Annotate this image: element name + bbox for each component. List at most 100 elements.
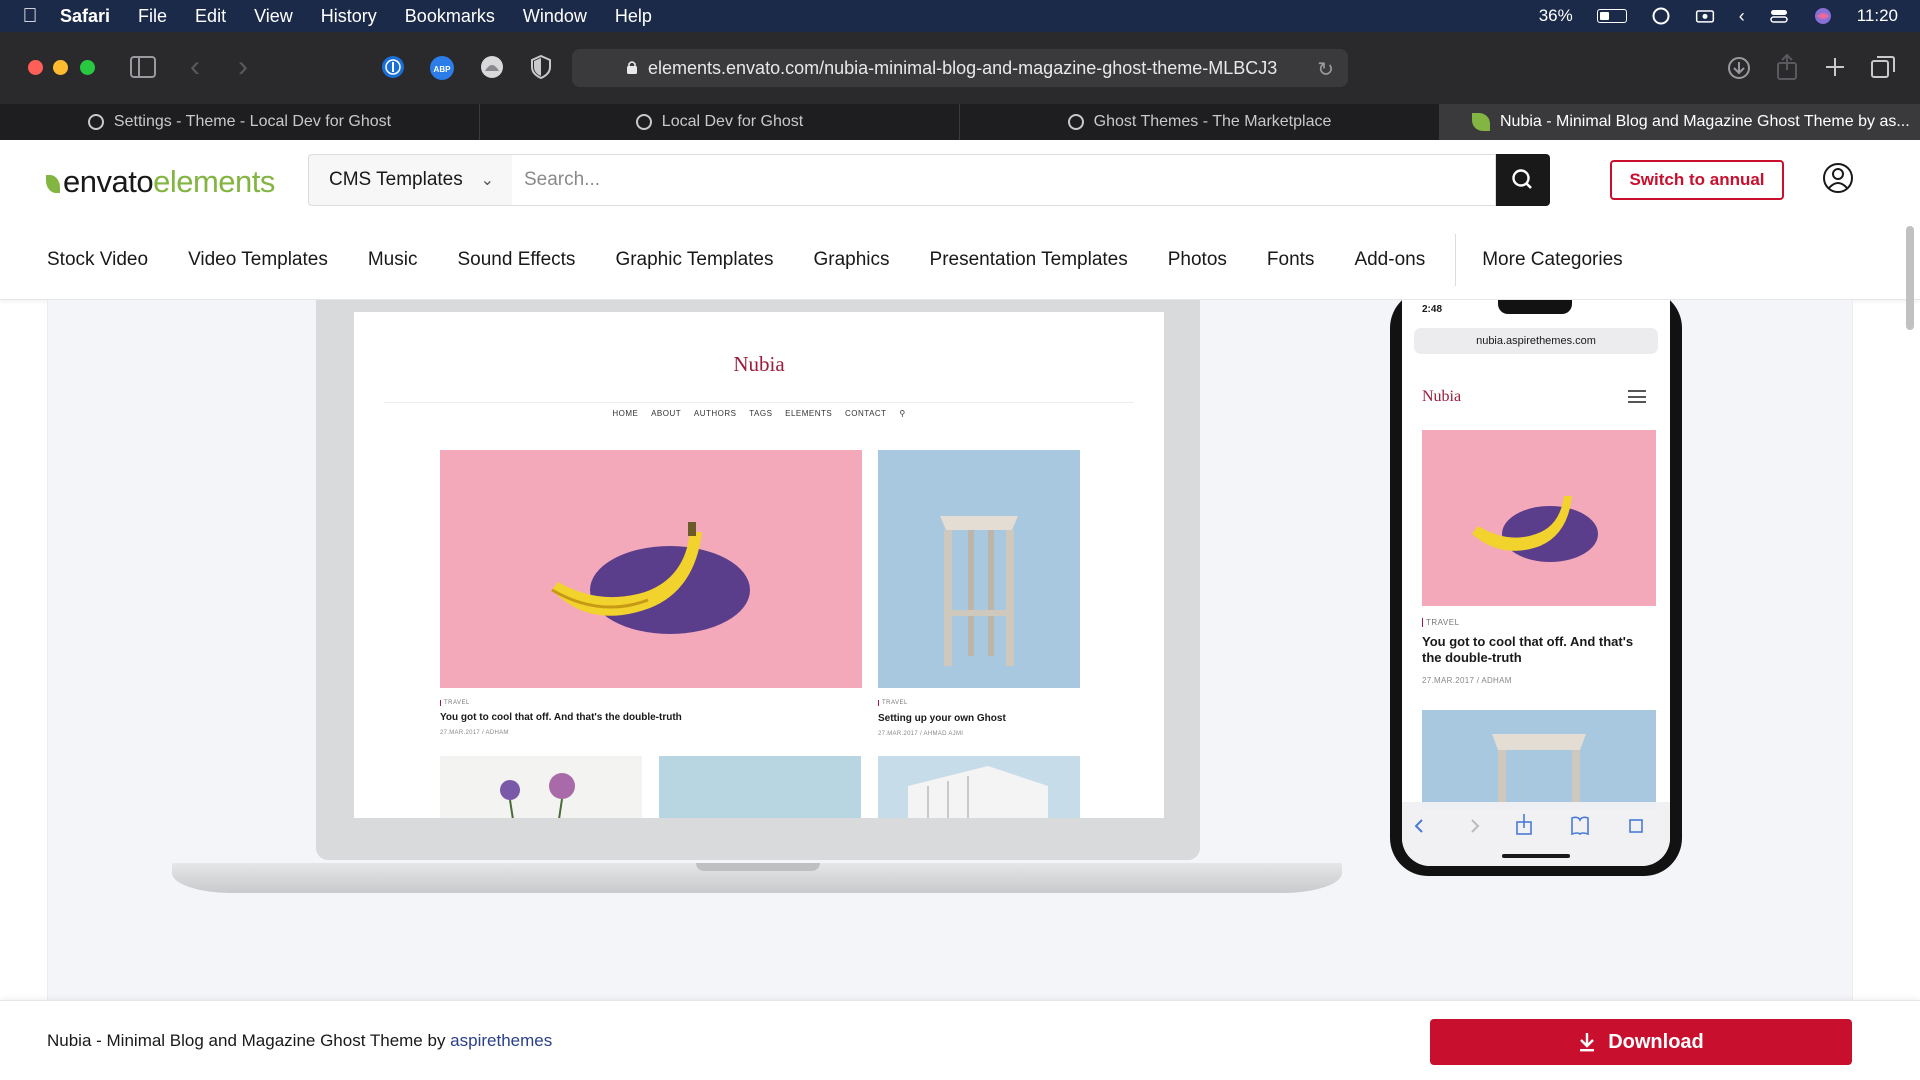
- tab-label: Nubia - Minimal Blog and Magazine Ghost …: [1500, 113, 1910, 130]
- downloads-icon[interactable]: [1727, 56, 1751, 80]
- phone-blog-title: Nubia: [1422, 388, 1462, 405]
- blog-nav: HOME ABOUT AUTHORS TAGS ELEMENTS CONTACT…: [354, 409, 1164, 418]
- menu-edit[interactable]: Edit: [195, 6, 226, 27]
- lock-icon: [627, 61, 637, 74]
- item-title-text: Nubia - Minimal Blog and Magazine Ghost …: [47, 1031, 451, 1050]
- reload-icon[interactable]: ↻: [1317, 57, 1334, 82]
- download-button[interactable]: Download: [1430, 1019, 1852, 1065]
- blog-title: Nubia: [733, 352, 785, 376]
- phone-url-bar: nubia.aspirethemes.com: [1414, 328, 1658, 354]
- laptop-notch: [696, 863, 820, 871]
- siri-icon[interactable]: [1813, 6, 1833, 26]
- svg-text:ABP: ABP: [434, 65, 452, 74]
- url-text[interactable]: elements.envato.com/nubia-minimal-blog-a…: [648, 58, 1277, 79]
- macos-menubar:  Safari File Edit View History Bookmark…: [0, 0, 1920, 32]
- back-icon[interactable]: ‹: [190, 50, 200, 84]
- privacy-shield-icon[interactable]: [530, 55, 552, 79]
- nav-more-categories[interactable]: More Categories: [1482, 249, 1622, 271]
- stool-photo: [878, 450, 1080, 688]
- search-input[interactable]: [512, 154, 1496, 206]
- share-icon[interactable]: [1776, 53, 1798, 81]
- tab-overview-icon[interactable]: [1870, 55, 1896, 79]
- minimize-window-button[interactable]: [53, 60, 68, 75]
- zoom-window-button[interactable]: [80, 60, 95, 75]
- phone-banana-photo: [1422, 430, 1656, 606]
- battery-icon[interactable]: [1596, 9, 1627, 23]
- tab-local-dev[interactable]: Local Dev for Ghost: [480, 104, 960, 140]
- new-tab-icon[interactable]: [1824, 56, 1846, 78]
- menubar-clock[interactable]: 11:20: [1857, 6, 1898, 26]
- screen-record-icon[interactable]: [1695, 6, 1715, 26]
- search-button[interactable]: [1496, 154, 1550, 206]
- menu-view[interactable]: View: [254, 6, 293, 27]
- ghost-favicon-icon: [1067, 114, 1084, 130]
- blog-nav-home: HOME: [612, 409, 639, 418]
- envato-elements-logo[interactable]: envatoelements: [46, 164, 275, 200]
- menu-history[interactable]: History: [321, 6, 377, 27]
- nav-video-templates[interactable]: Video Templates: [188, 249, 328, 271]
- download-button-label: Download: [1608, 1030, 1704, 1053]
- user-account-icon[interactable]: [1822, 162, 1854, 194]
- blog-nav-tags: TAGS: [749, 409, 773, 418]
- forward-icon[interactable]: ›: [238, 50, 248, 84]
- menu-app-safari[interactable]: Safari: [60, 6, 110, 27]
- adblock-extension-icon[interactable]: ABP: [429, 55, 455, 81]
- post1-title: You got to cool that off. And that's the…: [440, 712, 682, 723]
- envato-favicon-icon: [1472, 113, 1490, 131]
- menu-help[interactable]: Help: [615, 6, 652, 27]
- nav-fonts[interactable]: Fonts: [1267, 249, 1315, 271]
- tab-label: Local Dev for Ghost: [661, 113, 804, 130]
- siri-ring-icon[interactable]: [1651, 6, 1671, 26]
- onepassword-extension-icon[interactable]: [381, 55, 405, 79]
- close-window-button[interactable]: [28, 60, 43, 75]
- extension-globe-icon[interactable]: [480, 55, 504, 79]
- nav-graphics[interactable]: Graphics: [814, 249, 890, 271]
- blog-nav-contact: CONTACT: [845, 409, 887, 418]
- tab-nubia-active[interactable]: Nubia - Minimal Blog and Magazine Ghost …: [1440, 104, 1920, 140]
- ghost-favicon-icon: [87, 114, 104, 130]
- category-select[interactable]: CMS Templates ⌄: [308, 154, 512, 206]
- apple-menu-icon[interactable]: : [0, 5, 60, 28]
- blog-nav-elements: ELEMENTS: [785, 409, 833, 418]
- search-icon: [1512, 169, 1532, 189]
- tab-ghost-marketplace[interactable]: Ghost Themes - The Marketplace: [960, 104, 1440, 140]
- control-center-icon[interactable]: [1769, 6, 1789, 26]
- tab-label: Ghost Themes - The Marketplace: [1093, 113, 1332, 130]
- site-header: envatoelements CMS Templates ⌄ Switch to…: [0, 140, 1920, 220]
- switch-to-annual-button[interactable]: Switch to annual: [1610, 160, 1784, 200]
- menu-file[interactable]: File: [138, 6, 167, 27]
- tab-settings-theme[interactable]: Settings - Theme - Local Dev for Ghost: [0, 104, 480, 140]
- phone-post-title: You got to cool that off. And that's the…: [1422, 634, 1634, 665]
- sidebar-toggle-icon[interactable]: [130, 56, 156, 78]
- ghost-favicon-icon: [635, 114, 652, 130]
- page-scrollbar[interactable]: [1906, 226, 1914, 330]
- category-select-value: CMS Templates: [329, 169, 463, 190]
- nav-sound-effects[interactable]: Sound Effects: [457, 249, 575, 271]
- nav-stock-video[interactable]: Stock Video: [47, 249, 148, 271]
- author-link[interactable]: aspirethemes: [450, 1031, 552, 1050]
- nav-music[interactable]: Music: [368, 249, 418, 271]
- chevron-left-icon[interactable]: ‹: [1739, 6, 1745, 27]
- menu-window[interactable]: Window: [523, 6, 587, 27]
- phone-stool-photo: [1422, 710, 1656, 810]
- banana-photo: [440, 450, 862, 688]
- menu-bookmarks[interactable]: Bookmarks: [405, 6, 495, 27]
- category-nav: Stock Video Video Templates Music Sound …: [0, 220, 1920, 300]
- flowers-photo: [440, 756, 642, 818]
- nav-add-ons[interactable]: Add-ons: [1354, 249, 1425, 271]
- nav-photos[interactable]: Photos: [1168, 249, 1227, 271]
- laptop-screen: Nubia HOME ABOUT AUTHORS TAGS ELEMENTS C…: [354, 312, 1164, 818]
- nav-graphic-templates[interactable]: Graphic Templates: [615, 249, 773, 271]
- item-title: Nubia - Minimal Blog and Magazine Ghost …: [47, 1031, 552, 1051]
- phone-screen: 2:48 nubia.aspirethemes.com Nubia TRAVEL…: [1402, 300, 1670, 866]
- item-preview-image[interactable]: Nubia HOME ABOUT AUTHORS TAGS ELEMENTS C…: [47, 300, 1853, 1000]
- item-footer-bar: Nubia - Minimal Blog and Magazine Ghost …: [0, 1000, 1920, 1080]
- nav-presentation-templates[interactable]: Presentation Templates: [930, 249, 1128, 271]
- tab-bar: Settings - Theme - Local Dev for Ghost L…: [0, 104, 1920, 140]
- blog-nav-about: ABOUT: [651, 409, 682, 418]
- address-bar[interactable]: elements.envato.com/nubia-minimal-blog-a…: [572, 49, 1348, 87]
- hamburger-menu-icon: [1628, 390, 1646, 403]
- phone-time: 2:48: [1422, 304, 1443, 315]
- nav-divider: [1455, 233, 1457, 286]
- blog-divider: [384, 402, 1134, 403]
